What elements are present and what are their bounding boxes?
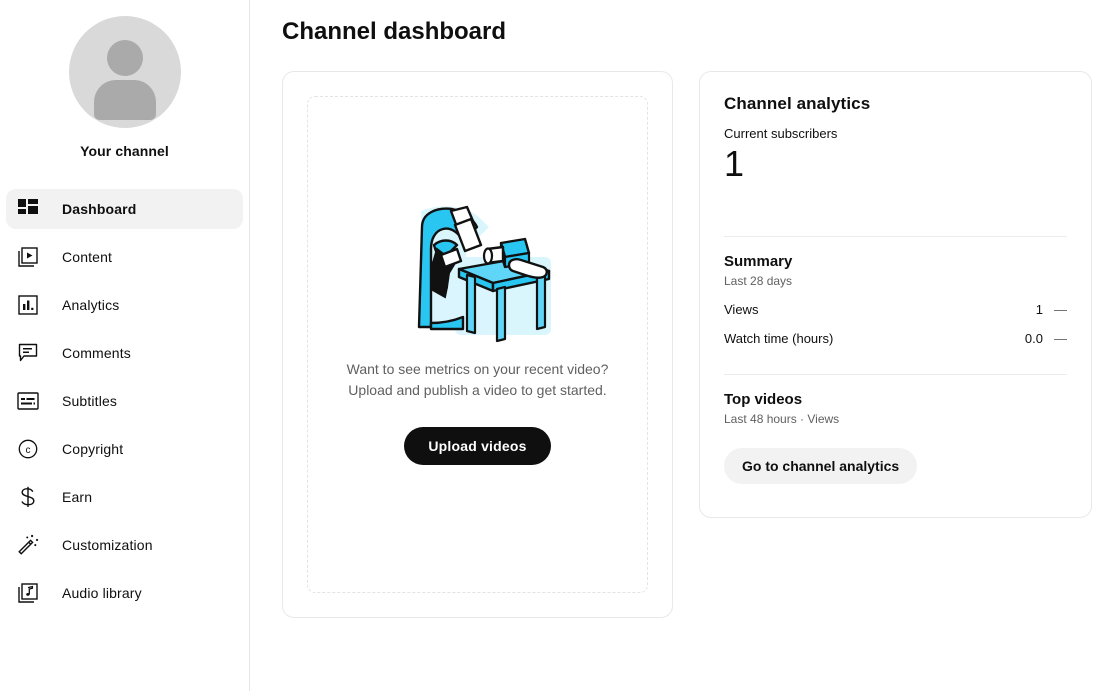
magic-wand-icon <box>16 533 40 557</box>
avatar[interactable] <box>68 16 181 128</box>
metric-name: Watch time (hours) <box>724 331 834 346</box>
music-note-icon <box>16 581 40 605</box>
dashboard-cards: Want to see metrics on your recent video… <box>282 71 1096 618</box>
avatar-head-shape <box>106 40 143 76</box>
main-content: Channel dashboard Want to see metrics on… <box>250 0 1096 691</box>
sidebar-item-label: Content <box>62 249 113 265</box>
current-subscribers-value: 1 <box>724 143 745 184</box>
upload-prompt-line-1: Want to see metrics on your recent video… <box>346 360 609 377</box>
upload-prompt: Want to see metrics on your recent video… <box>347 359 609 401</box>
sidebar-item-audio-library[interactable]: Audio library <box>6 573 243 613</box>
video-play-icon <box>16 245 40 269</box>
channel-analytics-card: Channel analytics Current subscribers 1 … <box>699 71 1092 518</box>
analytics-divider-1 <box>724 236 1067 237</box>
analytics-divider-2 <box>724 374 1067 375</box>
dollar-sign-icon <box>16 485 40 509</box>
channel-analytics-title: Channel analytics <box>724 94 871 113</box>
sidebar-item-customization[interactable]: Customization <box>6 525 243 565</box>
dashboard-grid-icon <box>16 197 40 221</box>
sidebar-item-label: Subtitles <box>62 393 118 409</box>
bar-chart-icon <box>16 293 40 317</box>
upload-card: Want to see metrics on your recent video… <box>282 71 673 618</box>
sidebar-item-label: Comments <box>62 345 131 361</box>
sidebar-item-content[interactable]: Content <box>6 237 243 277</box>
summary-subtitle: Last 28 days <box>724 274 793 288</box>
sidebar-item-comments[interactable]: Comments <box>6 333 243 373</box>
sidebar-item-analytics[interactable]: Analytics <box>6 285 243 325</box>
sidebar-item-dashboard[interactable]: Dashboard <box>6 189 243 229</box>
comment-bubble-icon <box>16 341 40 365</box>
metric-row: Views 1 — <box>724 302 1067 317</box>
channel-block[interactable]: Your channel <box>0 0 249 159</box>
metric-value: 1 <box>1035 302 1043 317</box>
subtitles-icon <box>16 389 40 413</box>
channel-name: Your channel <box>80 143 169 159</box>
upload-prompt-line-2: Upload and publish a video to get starte… <box>348 381 607 398</box>
sidebar-item-earn[interactable]: Earn <box>6 477 243 517</box>
metric-value: 0.0 <box>1024 331 1043 346</box>
sidebar-item-label: Dashboard <box>62 201 137 217</box>
metric-trend-indicator: — <box>1054 331 1067 346</box>
top-videos-subtitle: Last 48 hours · Views <box>724 412 840 426</box>
go-to-channel-analytics-button[interactable]: Go to channel analytics <box>724 448 918 484</box>
sidebar-item-subtitles[interactable]: Subtitles <box>6 381 243 421</box>
sidebar-nav: Dashboard Content Analytics Comments Sub… <box>0 189 249 613</box>
top-videos-title: Top videos <box>724 391 803 408</box>
upload-videos-button[interactable]: Upload videos <box>404 426 551 465</box>
summary-title: Summary <box>724 253 793 270</box>
current-subscribers-label: Current subscribers <box>724 126 838 141</box>
upload-dropzone[interactable]: Want to see metrics on your recent video… <box>307 96 648 593</box>
sidebar-item-label: Earn <box>62 489 93 505</box>
copyright-icon: c <box>16 437 40 461</box>
sidebar-item-label: Analytics <box>62 297 120 313</box>
sidebar-item-label: Customization <box>62 537 153 553</box>
metric-trend-indicator: — <box>1054 302 1067 317</box>
sidebar-item-copyright[interactable]: c Copyright <box>6 429 243 469</box>
sidebar-item-label: Copyright <box>62 441 124 457</box>
metric-name: Views <box>724 302 759 317</box>
metric-row: Watch time (hours) 0.0 — <box>724 331 1067 346</box>
person-filming-with-camera-illustration <box>417 205 551 342</box>
sidebar: Your channel Dashboard Content Analytics… <box>0 0 250 691</box>
page-title: Channel dashboard <box>282 18 507 45</box>
youtube-studio-dashboard: Your channel Dashboard Content Analytics… <box>0 0 1096 691</box>
sidebar-item-label: Audio library <box>62 585 142 601</box>
svg-text:c: c <box>26 445 31 456</box>
avatar-body-shape <box>93 80 156 120</box>
